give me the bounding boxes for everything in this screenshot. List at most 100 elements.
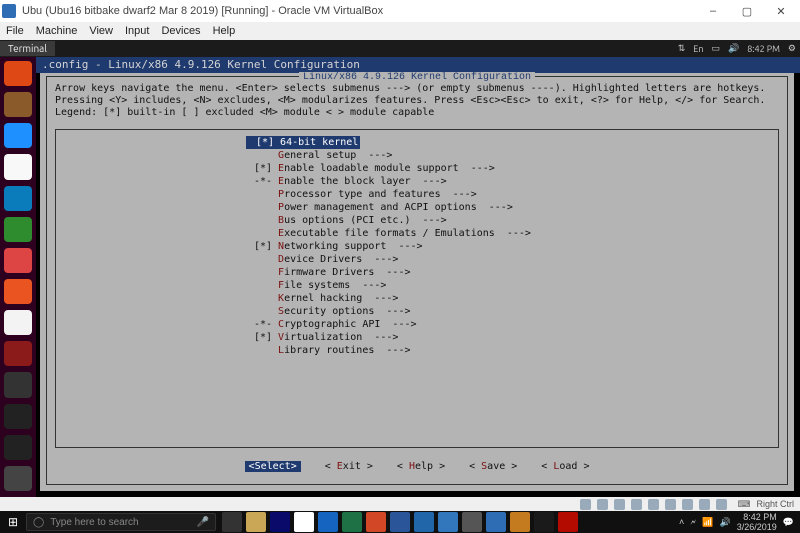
notifications-icon[interactable]: 💬	[783, 517, 794, 528]
impress-icon[interactable]	[4, 248, 32, 273]
kconfig-item[interactable]: -*- Enable the block layer --->	[246, 175, 531, 188]
unity-launcher	[0, 57, 36, 497]
kconfig-item[interactable]: Bus options (PCI etc.) --->	[246, 214, 531, 227]
close-button[interactable]: ✕	[764, 0, 798, 22]
terminal-icon[interactable]	[4, 435, 32, 460]
files-icon[interactable]	[4, 92, 32, 117]
host-menu-help[interactable]: Help	[213, 25, 236, 37]
kconfig-item[interactable]: General setup --->	[246, 149, 531, 162]
tray-vol-icon[interactable]: 🔊	[720, 517, 731, 528]
kconfig-title: Linux/x86 4.9.126 Kernel Configuration	[299, 72, 535, 83]
kconfig-item[interactable]: [*] Virtualization --->	[246, 331, 531, 344]
menuconfig-screen: Linux/x86 4.9.126 Kernel Configuration A…	[40, 73, 794, 491]
kconfig-item[interactable]: Device Drivers --->	[246, 253, 531, 266]
panel-clock[interactable]: 8:42 PM	[747, 44, 780, 54]
disk-indicator-icon[interactable]	[580, 499, 591, 510]
kconfig-item[interactable]: Executable file formats / Emulations ---…	[246, 227, 531, 240]
kconfig-item[interactable]: [*] 64-bit kernel	[246, 136, 531, 149]
active-app-label[interactable]: Terminal	[0, 41, 55, 56]
battery-icon[interactable]: ▭	[711, 43, 720, 54]
kconfig-item[interactable]: [*] Enable loadable module support --->	[246, 162, 531, 175]
kconfig-oad-button[interactable]: < Load >	[541, 461, 589, 472]
excel-icon[interactable]	[342, 512, 362, 532]
mouse-integration-icon[interactable]	[716, 499, 727, 510]
settings-icon[interactable]	[4, 341, 32, 366]
host-menu-machine[interactable]: Machine	[36, 25, 78, 37]
virtualbox-icon[interactable]	[486, 512, 506, 532]
minimize-button[interactable]: –	[696, 0, 730, 22]
kconfig-frame: Linux/x86 4.9.126 Kernel Configuration A…	[46, 76, 788, 485]
updater-icon[interactable]	[4, 404, 32, 429]
network-icon[interactable]: ⇅	[678, 43, 686, 54]
notepad-icon[interactable]	[462, 512, 482, 532]
search-placeholder: Type here to search	[50, 517, 138, 528]
vm-viewport: Terminal ⇅ En ▭ 🔊 8:42 PM ⚙ .config - Li…	[0, 40, 800, 497]
kconfig-xit-button[interactable]: < Exit >	[325, 461, 373, 472]
amazon-icon[interactable]	[4, 310, 32, 335]
gear-icon[interactable]: ⚙	[788, 43, 796, 54]
firefox-icon[interactable]	[4, 123, 32, 148]
host-menu-input[interactable]: Input	[125, 25, 149, 37]
dash-icon[interactable]	[4, 61, 32, 86]
chrome-icon[interactable]	[294, 512, 314, 532]
host-menu-view[interactable]: View	[89, 25, 113, 37]
kconfig-item[interactable]: Power management and ACPI options --->	[246, 201, 531, 214]
adobe-icon[interactable]	[558, 512, 578, 532]
store-icon[interactable]	[270, 512, 290, 532]
kdetool-icon[interactable]	[414, 512, 434, 532]
outlook-icon[interactable]	[318, 512, 338, 532]
tray-chevron-icon[interactable]: ˄	[679, 517, 684, 527]
search-input[interactable]: ◯ Type here to search 🎤	[26, 513, 216, 531]
maximize-button[interactable]: ▢	[730, 0, 764, 22]
lang-indicator[interactable]: En	[693, 44, 703, 54]
start-button[interactable]: ⊞	[0, 511, 26, 533]
running-vm-icon[interactable]	[510, 512, 530, 532]
kconfig-menu-frame: [*] 64-bit kernel General setup --->[*] …	[55, 129, 779, 448]
kconfig-item[interactable]: Firmware Drivers --->	[246, 266, 531, 279]
tray-wifi-icon[interactable]: 📶	[702, 517, 713, 528]
mic-icon[interactable]: 🎤	[197, 517, 209, 528]
ubuntu-software-icon[interactable]	[4, 279, 32, 304]
kconfig-ave-button[interactable]: < Save >	[469, 461, 517, 472]
kconfig-menu-list[interactable]: [*] 64-bit kernel General setup --->[*] …	[246, 136, 531, 357]
volume-icon[interactable]: 🔊	[728, 43, 739, 54]
kconfig-item[interactable]: Library routines --->	[246, 344, 531, 357]
powerpoint-icon[interactable]	[366, 512, 386, 532]
kconfig-item[interactable]: [*] Networking support --->	[246, 240, 531, 253]
edge-icon[interactable]	[438, 512, 458, 532]
usb-indicator-icon[interactable]	[631, 499, 642, 510]
optical-indicator-icon[interactable]	[597, 499, 608, 510]
host-title: Ubu (Ubu16 bitbake dwarf2 Mar 8 2019) [R…	[22, 5, 383, 17]
virtualbox-logo-icon	[2, 4, 16, 18]
host-menu-file[interactable]: File	[6, 25, 24, 37]
gnome-top-panel: Terminal ⇅ En ▭ 🔊 8:42 PM ⚙	[0, 40, 800, 57]
kconfig-item[interactable]: -*- Cryptographic API --->	[246, 318, 531, 331]
unknown-icon[interactable]	[4, 372, 32, 397]
cortana-icon: ◯	[33, 517, 44, 528]
kconfig-item[interactable]: Kernel hacking --->	[246, 292, 531, 305]
task-view-icon[interactable]	[222, 512, 242, 532]
taskbar-clock[interactable]: 8:42 PM 3/26/2019	[737, 512, 777, 532]
word-icon[interactable]	[390, 512, 410, 532]
calc-icon[interactable]	[4, 217, 32, 242]
kconfig-button-row: <Select> < Exit > < Help > < Save > < Load >	[47, 461, 787, 472]
explorer-icon[interactable]	[246, 512, 266, 532]
libreoffice-icon[interactable]	[4, 154, 32, 179]
network-indicator-icon[interactable]	[614, 499, 625, 510]
tray-power-icon[interactable]: 🗲	[690, 517, 696, 528]
kconfig-item[interactable]: Security options --->	[246, 305, 531, 318]
host-titlebar: Ubu (Ubu16 bitbake dwarf2 Mar 8 2019) [R…	[0, 0, 800, 22]
kconfig-elp-button[interactable]: < Help >	[397, 461, 445, 472]
writer-icon[interactable]	[4, 186, 32, 211]
cpu-indicator-icon[interactable]	[699, 499, 710, 510]
kconfig-item[interactable]: File systems --->	[246, 279, 531, 292]
trash-icon[interactable]	[4, 466, 32, 491]
recording-indicator-icon[interactable]	[682, 499, 693, 510]
photos-icon[interactable]	[534, 512, 554, 532]
kconfig-item[interactable]: Processor type and features --->	[246, 188, 531, 201]
shared-folders-icon[interactable]	[648, 499, 659, 510]
display-indicator-icon[interactable]	[665, 499, 676, 510]
kconfig-elect-button[interactable]: <Select>	[245, 461, 301, 472]
host-menu-devices[interactable]: Devices	[161, 25, 200, 37]
kconfig-help: Arrow keys navigate the menu. <Enter> se…	[55, 83, 779, 119]
